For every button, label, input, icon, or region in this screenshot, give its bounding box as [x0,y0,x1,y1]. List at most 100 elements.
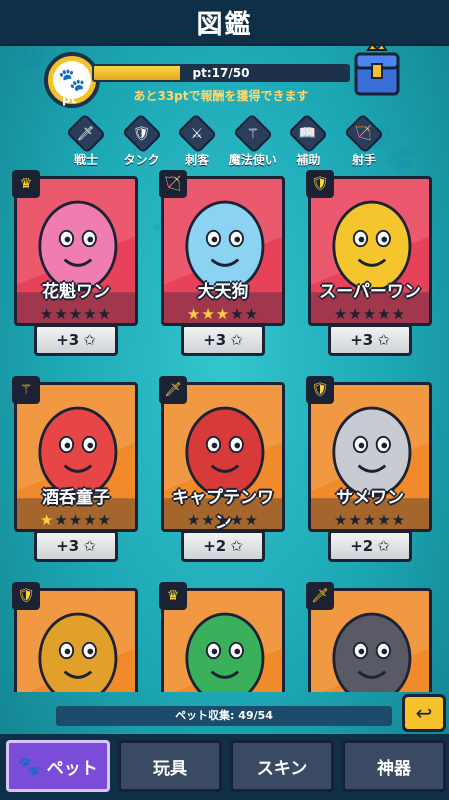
bow-icon: 🏹 [159,170,187,198]
bonus-value: +3 [56,331,80,349]
bonus-value: +2 [350,537,374,555]
tab-label: 玩具 [153,758,187,779]
shield-icon: 🛡 [306,170,334,198]
pet-card[interactable]: 花魁ワン ★★★★★ ♛ +3 ✩ [10,170,142,360]
star-icon: ✩ [230,537,243,555]
pet-card[interactable]: スーパーワン ★★★★★ 🛡 +3 ✩ [304,170,436,360]
star-icon: ★ [244,305,260,323]
filter-label: タンク [123,153,160,167]
collection-counter: ペット収集: 49/54 [56,706,392,726]
star-icon: ★ [39,305,55,323]
star-icon: ★ [377,305,392,323]
reward-chest-icon[interactable] [350,42,404,102]
star-icon: ★ [201,305,216,323]
star-icon: ✩ [83,537,96,555]
pet-card[interactable]: 酒呑童子 ★★★★★ ⚚ +3 ✩ [10,376,142,566]
book-icon: 📖 [288,113,329,154]
filter-sword[interactable]: 🗡 戦士 [60,113,112,168]
star-icon: ★ [54,511,69,529]
bonus-value: +3 [350,331,374,349]
tab-1[interactable]: 玩具 [118,740,222,792]
star-icon: ★ [68,305,84,323]
bonus-value: +3 [203,331,227,349]
pet-grid: 花魁ワン ★★★★★ ♛ +3 ✩ 大天狗 ★★★★★ 🏹 +3 ✩ スーパーワン ★★★★★ 🛡 +3 ✩… [10,170,440,692]
pet-card[interactable]: 🗡 [304,582,436,692]
filter-bow[interactable]: 🏹 射手 [338,113,390,168]
crown-icon: ♛ [12,170,40,198]
star-icon: ★ [348,305,363,323]
tab-label: スキン [256,758,308,779]
star-rating: ★★★★★ [164,305,282,323]
page-title: 図鑑 [196,9,253,40]
reward-progress-text: pt:17/50 [192,66,250,80]
upgrade-bonus-button[interactable]: +2 ✩ [328,530,412,562]
pet-card[interactable]: ♛ [157,582,289,692]
star-icon: ★ [362,305,378,323]
tab-3[interactable]: 神器 [342,740,446,792]
paw-icon: 🐾 [18,755,41,777]
tab-label: ペット [46,758,98,779]
filter-label: 補助 [296,153,321,167]
star-icon: ★ [68,511,84,529]
pet-portrait: 花魁ワン ★★★★★ [14,176,138,326]
pt-label: pt [62,92,77,106]
star-icon: ★ [83,305,98,323]
tab-0[interactable]: 🐾 ペット [6,740,110,792]
star-icon: ★ [186,305,202,323]
star-icon: ★ [333,511,349,529]
tab-2[interactable]: スキン [230,740,334,792]
pet-portrait: サメワン ★★★★★ [308,382,432,532]
filter-label: 射手 [351,153,376,167]
pet-portrait: キャプテンワン ★★★★★ [161,382,285,532]
back-button[interactable]: ↩ [402,694,446,732]
upgrade-bonus-button[interactable]: +3 ✩ [181,324,265,356]
bow-icon: 🏹 [343,113,385,154]
pet-name: 花魁ワン [42,282,110,302]
dagger-icon: ⚔ [177,113,218,154]
star-rating: ★★★★★ [17,305,135,323]
star-icon: ★ [215,511,231,529]
star-icon: ✩ [230,331,243,349]
staff-icon: ⚚ [232,113,273,154]
upgrade-bonus-button[interactable]: +3 ✩ [328,324,412,356]
pet-name: 酒呑童子 [42,488,110,508]
return-arrow-icon: ↩ [415,701,433,725]
star-icon: ✩ [377,537,390,555]
sword-icon: 🗡 [306,582,334,610]
bonus-value: +2 [203,537,227,555]
filter-label: 戦士 [73,153,98,167]
filter-book[interactable]: 📖 補助 [282,113,334,168]
shield-icon: 🛡 [306,376,334,404]
star-icon: ★ [201,511,216,529]
star-rating: ★★★★★ [17,511,135,529]
upgrade-bonus-button[interactable]: +3 ✩ [34,530,118,562]
shield-icon: 🛡 [12,582,40,610]
pet-portrait: 酒呑童子 ★★★★★ [14,382,138,532]
filter-staff[interactable]: ⚚ 魔法使い [227,113,279,168]
star-icon: ★ [377,511,392,529]
filter-dagger[interactable]: ⚔ 刺客 [171,113,223,168]
pet-card[interactable]: 🛡 [10,582,142,692]
reward-message: あと33ptで報酬を獲得できます [133,89,309,103]
bonus-value: +3 [56,537,80,555]
crown-icon: ♛ [159,582,187,610]
pet-card[interactable]: キャプテンワン ★★★★★ 🗡 +2 ✩ [157,376,289,566]
star-icon: ★ [362,511,378,529]
star-icon: ★ [348,511,363,529]
bottom-tab-bar: 🐾 ペット 玩具 スキン 神器 [0,734,449,800]
star-icon: ★ [97,511,113,529]
star-icon: ★ [97,305,113,323]
star-rating: ★★★★★ [311,511,429,529]
pet-name: スーパーワン [319,282,421,302]
star-icon: ★ [230,511,245,529]
star-icon: ✩ [83,331,96,349]
pet-card[interactable]: サメワン ★★★★★ 🛡 +2 ✩ [304,376,436,566]
filter-label: 魔法使い [228,153,277,167]
filter-shield[interactable]: 🛡 タンク [116,113,168,168]
pet-name: サメワン [336,488,404,508]
pet-card[interactable]: 大天狗 ★★★★★ 🏹 +3 ✩ [157,170,289,360]
star-icon: ✩ [377,331,390,349]
upgrade-bonus-button[interactable]: +3 ✩ [34,324,118,356]
upgrade-bonus-button[interactable]: +2 ✩ [181,530,265,562]
star-icon: ★ [39,511,55,529]
